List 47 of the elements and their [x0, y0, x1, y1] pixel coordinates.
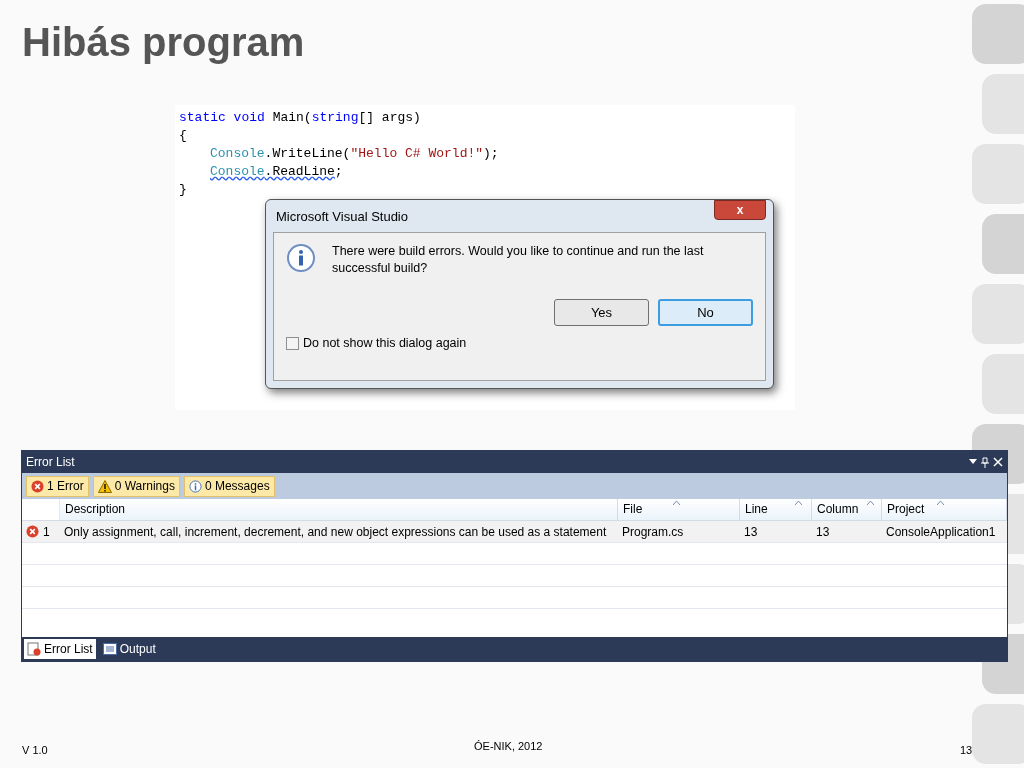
table-cell-text: 13 — [743, 523, 759, 541]
filter-button[interactable]: 0 Messages — [183, 475, 275, 497]
sort-icon — [937, 501, 944, 505]
warning-icon — [97, 479, 112, 493]
error-icon — [31, 479, 44, 493]
filter-button[interactable]: 0 Warnings — [92, 475, 180, 497]
column-header[interactable]: Description — [60, 499, 618, 520]
column-header[interactable]: File — [618, 499, 740, 520]
panel-tab[interactable]: Output — [99, 639, 159, 659]
dialog-title: Microsoft Visual Studio — [276, 208, 408, 227]
close-icon[interactable] — [993, 457, 1003, 467]
table-cell-text: 13 — [815, 523, 831, 541]
table-cell-text: Program.cs — [621, 523, 685, 541]
column-header[interactable]: Project — [882, 499, 1007, 520]
code-line: { — [179, 127, 188, 145]
code-line: Console.ReadLine; — [209, 163, 344, 181]
dropdown-icon[interactable] — [969, 459, 977, 465]
output-icon — [102, 643, 117, 655]
version-label: V 1.0 — [22, 743, 48, 758]
sort-icon — [673, 501, 680, 505]
info-icon — [188, 479, 202, 493]
dialog-button[interactable]: Yes — [554, 299, 649, 326]
table-cell-text: Only assignment, call, increment, decrement, and new object expressions can be used as a statement — [63, 523, 608, 541]
footer-text: ÓE-NIK, 2012 — [474, 739, 543, 754]
row-number: 1 — [43, 523, 50, 541]
dialog-button[interactable]: No — [658, 299, 753, 326]
close-button[interactable]: x — [714, 200, 766, 220]
code-line: static void Main(string[] args) — [179, 109, 422, 127]
error-icon — [26, 525, 39, 538]
panel-tab[interactable]: Error List — [24, 639, 96, 659]
table-cell-text: ConsoleApplication1 — [885, 523, 997, 541]
slide-title: Hibás program — [22, 22, 305, 62]
sort-icon — [795, 501, 802, 505]
sort-icon — [867, 501, 874, 505]
error-list-icon — [27, 642, 41, 656]
checkbox[interactable] — [286, 336, 299, 350]
filter-button[interactable]: 1 Error — [26, 475, 89, 497]
code-line: } — [179, 181, 188, 199]
panel-title: Error List — [26, 454, 75, 471]
page-number: 13 — [960, 743, 973, 758]
dialog-message: There were build errors. Would you like to continue and run the last successful build? — [332, 243, 705, 277]
info-icon — [286, 243, 316, 273]
pin-icon[interactable] — [981, 456, 989, 468]
checkbox-label: Do not show this dialog again — [303, 335, 467, 352]
column-header[interactable]: Line — [740, 499, 812, 520]
code-line: Console.WriteLine("Hello C# World!"); — [209, 145, 500, 163]
column-header[interactable]: Column — [812, 499, 882, 520]
